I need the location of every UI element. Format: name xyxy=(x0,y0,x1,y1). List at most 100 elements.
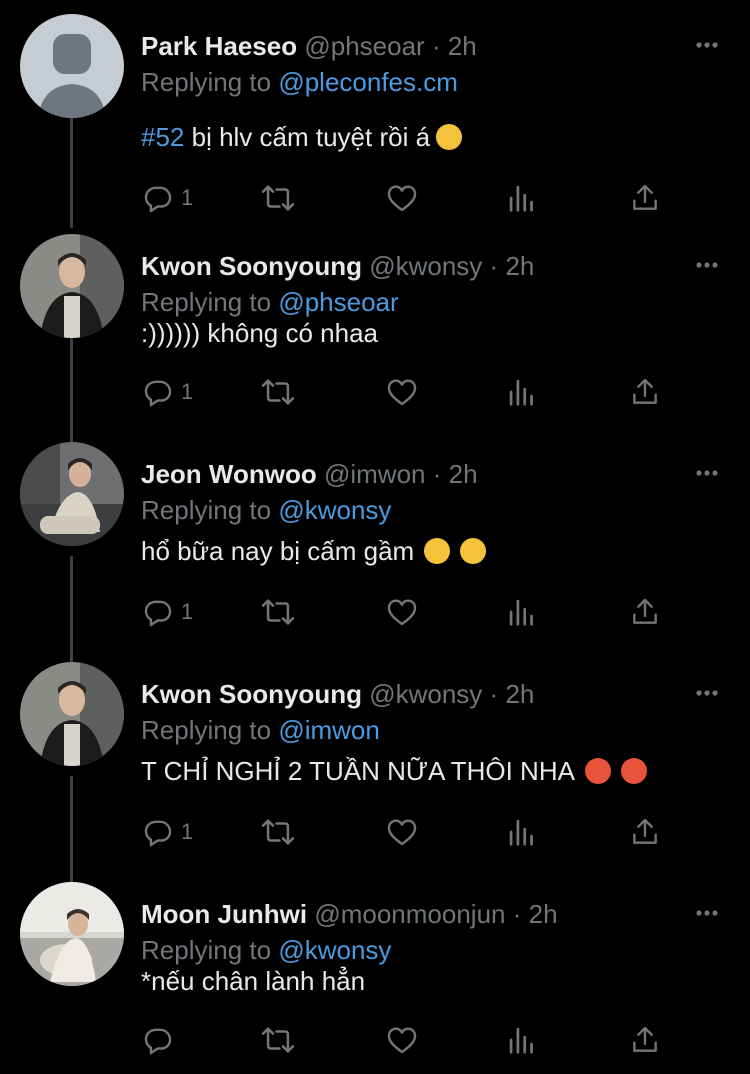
share-button[interactable] xyxy=(629,594,661,630)
user-handle[interactable]: @moonmoonjun xyxy=(314,899,505,929)
reply-mention[interactable]: @pleconfes.cm xyxy=(278,67,458,97)
reply-mention[interactable]: @kwonsy xyxy=(278,935,391,965)
tweet-text: *nếu chân lành hẳn xyxy=(141,964,365,998)
analytics-button[interactable] xyxy=(507,374,537,410)
separator-dot: · xyxy=(489,679,499,709)
tweet-actions xyxy=(141,1022,681,1058)
tweet-text: #52 bị hlv cấm tuyệt rồi á xyxy=(141,120,463,154)
reply-icon xyxy=(144,1028,172,1055)
replying-to-label: Replying to xyxy=(141,287,272,317)
display-name[interactable]: Park Haeseo xyxy=(141,31,297,61)
like-button[interactable] xyxy=(385,374,419,410)
retweet-button[interactable] xyxy=(259,814,297,850)
reply-button[interactable]: 1 xyxy=(141,814,193,850)
separator-dot: · xyxy=(432,459,442,489)
replying-to-label: Replying to xyxy=(141,495,272,525)
reply-icon xyxy=(144,820,172,847)
retweet-icon xyxy=(261,819,295,845)
retweet-button[interactable] xyxy=(259,1022,297,1058)
more-options-icon[interactable] xyxy=(694,32,720,58)
tweet[interactable]: Kwon Soonyoung @kwonsy · 2h Replying to … xyxy=(0,662,750,872)
timestamp[interactable]: 2h xyxy=(449,459,478,489)
retweet-icon xyxy=(261,599,295,625)
more-options-icon[interactable] xyxy=(694,680,720,706)
like-icon xyxy=(387,1027,417,1054)
tweet-header: Kwon Soonyoung @kwonsy · 2h xyxy=(141,250,690,282)
replying-to-label: Replying to xyxy=(141,935,272,965)
tweet-actions: 1 xyxy=(141,180,681,216)
display-name[interactable]: Kwon Soonyoung xyxy=(141,251,362,281)
reply-button[interactable]: 1 xyxy=(141,374,193,410)
tweet-text-content: *nếu chân lành hẳn xyxy=(141,966,366,996)
share-icon xyxy=(633,598,657,624)
tweet[interactable]: Moon Junhwi @moonmoonjun · 2h Replying t… xyxy=(0,882,750,1074)
retweet-button[interactable] xyxy=(259,594,297,630)
timestamp[interactable]: 2h xyxy=(529,899,558,929)
replying-to: Replying to @pleconfes.cm xyxy=(141,66,458,98)
share-button[interactable] xyxy=(629,814,661,850)
like-button[interactable] xyxy=(385,180,419,216)
tweet-text: T CHỈ NGHỈ 2 TUẦN NỮA THÔI NHA xyxy=(141,754,647,788)
tweet[interactable]: Kwon Soonyoung @kwonsy · 2h Replying to … xyxy=(0,234,750,444)
share-button[interactable] xyxy=(629,1022,661,1058)
angry-face-emoji xyxy=(620,758,647,784)
reply-button[interactable]: 1 xyxy=(141,180,193,216)
tweet[interactable]: Park Haeseo @phseoar · 2h Replying to @p… xyxy=(0,14,750,224)
user-handle[interactable]: @imwon xyxy=(324,459,426,489)
tweet-text-content: hổ bữa nay bị cấm gầm xyxy=(141,536,415,566)
like-button[interactable] xyxy=(385,814,419,850)
replying-to-label: Replying to xyxy=(141,715,272,745)
more-options-icon[interactable] xyxy=(694,900,720,926)
reply-button[interactable] xyxy=(141,1022,181,1058)
share-button[interactable] xyxy=(629,374,661,410)
retweet-button[interactable] xyxy=(259,374,297,410)
reply-icon xyxy=(144,380,172,407)
user-handle[interactable]: @kwonsy xyxy=(369,251,482,281)
like-icon xyxy=(387,379,417,406)
tweet-actions: 1 xyxy=(141,814,681,850)
like-icon xyxy=(387,819,417,846)
user-handle[interactable]: @kwonsy xyxy=(369,679,482,709)
tweet-text-content: T CHỈ NGHỈ 2 TUẦN NỮA THÔI NHA xyxy=(141,756,575,786)
more-options-icon[interactable] xyxy=(694,252,720,278)
reply-mention[interactable]: @phseoar xyxy=(278,287,398,317)
reply-mention[interactable]: @imwon xyxy=(278,715,380,745)
like-button[interactable] xyxy=(385,1022,419,1058)
reply-count: 1 xyxy=(181,819,194,844)
retweet-button[interactable] xyxy=(259,180,297,216)
analytics-button[interactable] xyxy=(507,180,537,216)
display-name[interactable]: Moon Junhwi xyxy=(141,899,307,929)
timestamp[interactable]: 2h xyxy=(505,251,534,281)
replying-to: Replying to @kwonsy xyxy=(141,494,391,526)
user-handle[interactable]: @phseoar xyxy=(304,31,424,61)
reply-button[interactable]: 1 xyxy=(141,594,193,630)
share-icon xyxy=(633,818,657,844)
analytics-icon xyxy=(509,819,533,846)
share-button[interactable] xyxy=(629,180,661,216)
analytics-button[interactable] xyxy=(507,814,537,850)
reply-count: 1 xyxy=(181,185,194,210)
hashtag[interactable]: #52 xyxy=(141,122,184,152)
avatar[interactable] xyxy=(20,882,124,986)
timestamp[interactable]: 2h xyxy=(448,31,477,61)
kissing-face-emoji xyxy=(460,538,487,564)
analytics-button[interactable] xyxy=(507,1022,537,1058)
display-name[interactable]: Jeon Wonwoo xyxy=(141,459,317,489)
tweet-text: hổ bữa nay bị cấm gầm xyxy=(141,534,487,568)
separator-dot: · xyxy=(489,251,499,281)
separator-dot: · xyxy=(512,899,522,929)
analytics-icon xyxy=(509,599,533,626)
avatar[interactable] xyxy=(20,442,124,546)
avatar[interactable] xyxy=(20,662,124,766)
timestamp[interactable]: 2h xyxy=(505,679,534,709)
avatar[interactable] xyxy=(20,234,124,338)
avatar[interactable] xyxy=(20,14,124,118)
tweet[interactable]: Jeon Wonwoo @imwon · 2h Replying to @kwo… xyxy=(0,442,750,652)
retweet-icon xyxy=(261,185,295,211)
reply-mention[interactable]: @kwonsy xyxy=(278,495,391,525)
analytics-button[interactable] xyxy=(507,594,537,630)
more-options-icon[interactable] xyxy=(694,460,720,486)
display-name[interactable]: Kwon Soonyoung xyxy=(141,679,362,709)
like-button[interactable] xyxy=(385,594,419,630)
replying-to: Replying to @phseoar xyxy=(141,286,399,318)
